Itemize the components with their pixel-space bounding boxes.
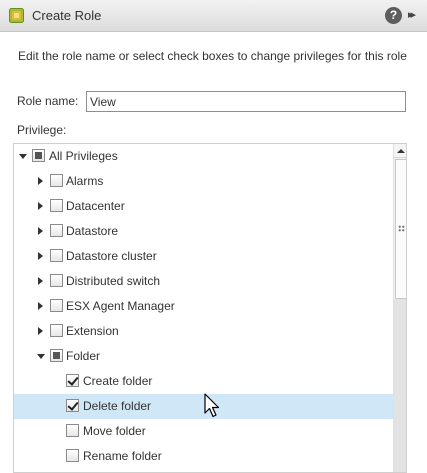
privilege-checkbox[interactable]: [66, 374, 79, 387]
privilege-checkbox[interactable]: [50, 199, 63, 212]
privilege-label: Distributed switch: [66, 274, 161, 288]
tree-row[interactable]: Datacenter: [14, 194, 393, 219]
tree-row[interactable]: Create folder: [14, 369, 393, 394]
privilege-checkbox[interactable]: [50, 299, 63, 312]
privilege-checkbox[interactable]: [50, 249, 63, 262]
scroll-thumb[interactable]: [395, 159, 406, 299]
privilege-label: Move folder: [83, 424, 146, 438]
role-name-label: Role name:: [17, 94, 79, 108]
tree-row[interactable]: Rename folder: [14, 444, 393, 469]
privilege-checkbox[interactable]: [66, 399, 79, 412]
tree-row[interactable]: Distributed switch: [14, 269, 393, 294]
scroll-track[interactable]: [394, 299, 406, 472]
privilege-checkbox[interactable]: [50, 324, 63, 337]
dialog-title: Create Role: [32, 8, 102, 23]
privilege-tree[interactable]: All Privileges Alarms Datacenter Datastore D…: [13, 143, 407, 473]
privilege-label: Create folder: [83, 374, 153, 388]
privilege-checkbox[interactable]: [50, 174, 63, 187]
collapsed-arrow-icon[interactable]: [38, 227, 43, 235]
tree-row[interactable]: Datastore cluster: [14, 244, 393, 269]
expanded-arrow-icon[interactable]: [37, 354, 45, 359]
privilege-checkbox[interactable]: [50, 274, 63, 287]
instructions-text: Edit the role name or select check boxes…: [18, 49, 407, 63]
tree-scrollbar[interactable]: [393, 144, 406, 472]
mouse-cursor-icon: [204, 393, 220, 418]
tree-row[interactable]: Extension: [14, 319, 393, 344]
collapsed-arrow-icon[interactable]: [38, 177, 43, 185]
tree-row[interactable]: Folder: [14, 344, 393, 369]
privilege-checkbox[interactable]: [50, 349, 63, 362]
privilege-label: Rename folder: [83, 449, 162, 463]
privilege-label: Folder: [66, 349, 101, 363]
scroll-grip-icon: [398, 225, 405, 232]
privilege-checkbox[interactable]: [50, 224, 63, 237]
privilege-label: Datacenter: [66, 199, 125, 213]
collapsed-arrow-icon[interactable]: [38, 302, 43, 310]
tree-row[interactable]: ESX Agent Manager: [14, 294, 393, 319]
tree-row[interactable]: Datastore: [14, 219, 393, 244]
role-icon: [9, 8, 24, 23]
collapsed-arrow-icon[interactable]: [38, 327, 43, 335]
expand-icon[interactable]: ▸▸: [408, 7, 424, 24]
privilege-label: ESX Agent Manager: [66, 299, 175, 313]
privilege-checkbox[interactable]: [32, 149, 45, 162]
tree-row[interactable]: Alarms: [14, 169, 393, 194]
collapsed-arrow-icon[interactable]: [38, 252, 43, 260]
tree-row[interactable]: All Privileges: [14, 144, 393, 169]
tree-row[interactable]: Move folder: [14, 419, 393, 444]
privilege-label: All Privileges: [49, 149, 118, 163]
privilege-label: Datastore cluster: [66, 249, 157, 263]
privilege-label: Privilege:: [17, 123, 67, 137]
scroll-up-button[interactable]: [394, 144, 406, 158]
privilege-label: Datastore: [66, 224, 119, 238]
collapsed-arrow-icon[interactable]: [38, 202, 43, 210]
privilege-checkbox[interactable]: [66, 424, 79, 437]
help-button[interactable]: ?: [385, 7, 402, 24]
privilege-label: Alarms: [66, 174, 104, 188]
dialog-titlebar: Create Role ? ▸▸: [0, 0, 427, 32]
collapsed-arrow-icon[interactable]: [38, 277, 43, 285]
role-name-input[interactable]: [86, 91, 406, 112]
privilege-label: Extension: [66, 324, 119, 338]
expanded-arrow-icon[interactable]: [19, 154, 27, 159]
privilege-checkbox[interactable]: [66, 449, 79, 462]
privilege-label: Delete folder: [83, 399, 152, 413]
